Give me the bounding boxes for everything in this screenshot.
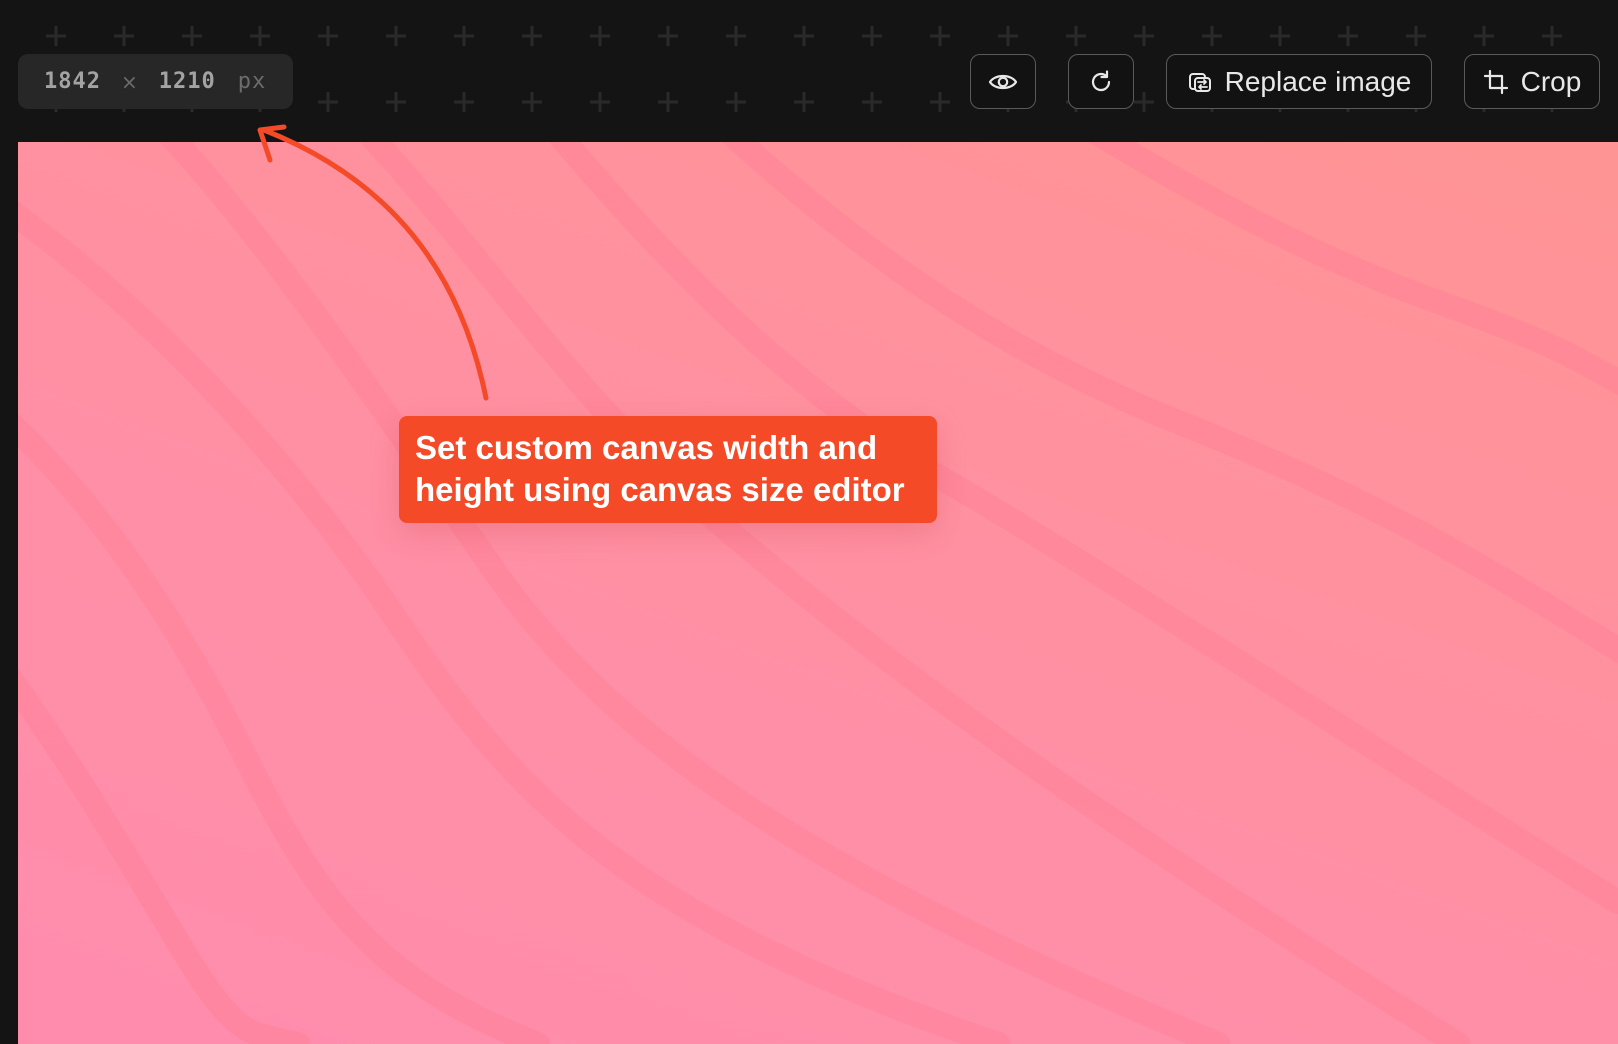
grid-plus-mark [522, 26, 542, 46]
grid-plus-mark [114, 26, 134, 46]
grid-plus-mark [386, 92, 406, 112]
grid-plus-mark [590, 92, 610, 112]
grid-plus-mark [726, 26, 746, 46]
grid-plus-mark [658, 26, 678, 46]
canvas-width-input[interactable]: 1842 [44, 69, 101, 94]
grid-plus-mark [386, 26, 406, 46]
grid-plus-mark [726, 92, 746, 112]
reset-button[interactable] [1068, 54, 1134, 109]
replace-image-label: Replace image [1224, 65, 1412, 97]
eye-icon [988, 74, 1018, 89]
grid-plus-mark [590, 26, 610, 46]
grid-plus-mark [1474, 26, 1494, 46]
grid-plus-mark [1202, 26, 1222, 46]
wave-pattern [18, 142, 1618, 1044]
rotate-icon [1091, 69, 1111, 91]
grid-plus-mark [930, 92, 950, 112]
annotation-callout: Set custom canvas width and height using… [399, 416, 937, 523]
grid-plus-mark [930, 26, 950, 46]
grid-plus-mark [1134, 26, 1154, 46]
grid-plus-mark [1270, 26, 1290, 46]
grid-plus-mark [454, 26, 474, 46]
size-separator: × [120, 69, 139, 94]
canvas-height-input[interactable]: 1210 [159, 69, 216, 94]
grid-plus-mark [250, 26, 270, 46]
grid-plus-mark [1338, 26, 1358, 46]
crop-label: Crop [1520, 65, 1582, 97]
grid-plus-mark [998, 26, 1018, 46]
size-unit-label: px [237, 69, 267, 94]
canvas-size-editor[interactable]: 1842 × 1210 px [18, 54, 293, 109]
preview-button[interactable] [970, 54, 1036, 109]
grid-plus-mark [794, 92, 814, 112]
callout-line-2: height using canvas size editor [415, 471, 905, 508]
crop-icon [1483, 69, 1508, 94]
crop-button[interactable]: Crop [1464, 54, 1600, 109]
grid-plus-mark [182, 26, 202, 46]
grid-plus-mark [318, 92, 338, 112]
grid-plus-mark [658, 92, 678, 112]
grid-plus-mark [318, 26, 338, 46]
grid-plus-mark [1134, 92, 1154, 112]
grid-plus-mark [1066, 26, 1086, 46]
grid-plus-mark [522, 92, 542, 112]
grid-plus-mark [454, 92, 474, 112]
grid-plus-mark [46, 26, 66, 46]
grid-plus-mark [794, 26, 814, 46]
replace-icon [1188, 72, 1211, 92]
canvas-preview[interactable] [18, 142, 1618, 1044]
callout-line-1: Set custom canvas width and [415, 429, 878, 466]
grid-plus-mark [862, 92, 882, 112]
replace-image-button[interactable]: Replace image [1166, 54, 1432, 109]
grid-plus-mark [1542, 26, 1562, 46]
grid-plus-mark [1406, 26, 1426, 46]
grid-plus-mark [862, 26, 882, 46]
